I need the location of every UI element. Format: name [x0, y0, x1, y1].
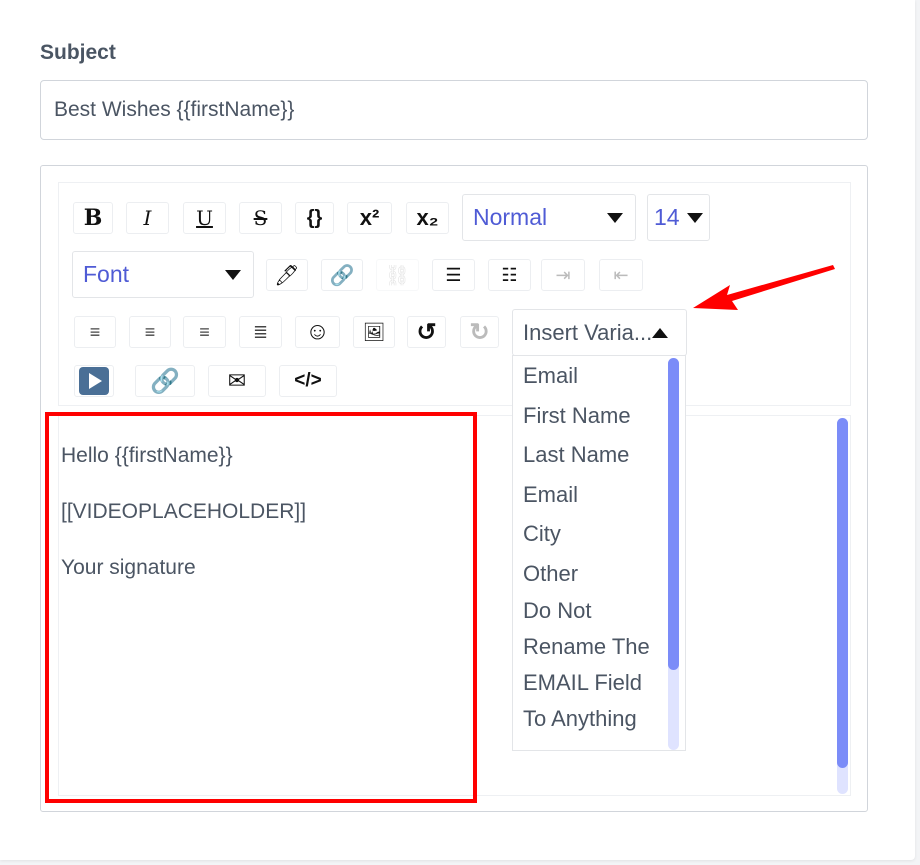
eyedropper-icon: 🖊 [274, 264, 300, 287]
heading-select-value: Normal [473, 204, 548, 230]
numbered-list-button[interactable]: ☷ [488, 259, 531, 291]
justify-icon: ≣ [252, 321, 269, 342]
smiley-icon: ☺ [305, 318, 330, 345]
scrollbar-thumb[interactable] [668, 358, 679, 670]
subject-label: Subject [40, 41, 116, 64]
subject-input[interactable]: Best Wishes {{firstName}} [40, 80, 868, 140]
font-size-select[interactable]: 14 [647, 194, 710, 241]
source-code-button[interactable]: </> [279, 365, 337, 397]
align-left-button[interactable]: ≡ [74, 316, 116, 348]
undo-button[interactable]: ↺ [407, 316, 446, 348]
bullet-list-icon: ☰ [445, 264, 462, 285]
heading-select[interactable]: Normal [462, 194, 636, 241]
code-block-button[interactable]: {} [295, 202, 334, 234]
insert-variable-select[interactable]: Insert Varia... [512, 309, 687, 356]
font-family-value: Font [83, 261, 130, 287]
highlight-box [45, 412, 477, 803]
outdent-icon: ⇤ [613, 264, 629, 285]
bullet-list-button[interactable]: ☰ [432, 259, 475, 291]
superscript-button[interactable]: x² [347, 202, 392, 234]
undo-icon: ↺ [416, 318, 437, 346]
link-icon: 🔗 [329, 264, 355, 287]
numbered-list-icon: ☷ [501, 264, 518, 285]
image-icon: 🖼 [362, 321, 386, 342]
outdent-button[interactable]: ⇤ [599, 259, 643, 291]
insert-variable-label: Insert Varia... [523, 319, 653, 345]
unlink-icon: ⛓ [384, 264, 411, 287]
font-family-select[interactable]: Font [72, 251, 254, 298]
subscript-button[interactable]: x₂ [406, 202, 449, 234]
insert-video-button[interactable] [74, 365, 114, 397]
align-center-icon: ≡ [144, 321, 156, 342]
unsubscribe-button[interactable]: ✉ [208, 365, 266, 397]
mail-remove-icon: ✉ [227, 368, 247, 393]
underline-button[interactable]: U [183, 202, 226, 234]
unlink-button[interactable]: ⛓ [376, 259, 419, 291]
font-size-value: 14 [654, 204, 680, 230]
bold-button[interactable]: B [73, 202, 113, 234]
align-right-icon: ≡ [199, 321, 210, 342]
color-picker-button[interactable]: 🖊 [266, 259, 308, 291]
variable-option[interactable]: Last Name [513, 435, 663, 475]
variable-option[interactable]: Email [513, 475, 663, 515]
scrollbar-thumb[interactable] [837, 418, 848, 768]
variable-option[interactable]: Do Not Rename The EMAIL Field To Anythin… [513, 593, 663, 737]
editor-scrollbar[interactable] [837, 418, 848, 794]
variable-option[interactable]: Other [513, 554, 663, 594]
align-left-icon: ≡ [89, 321, 101, 342]
chevron-down-icon [225, 269, 241, 280]
play-icon [79, 367, 109, 395]
link-button[interactable]: 🔗 [321, 259, 363, 291]
code-icon: </> [294, 370, 322, 391]
chain-link-icon: 🔗 [150, 367, 180, 395]
emoji-button[interactable]: ☺ [295, 316, 340, 348]
justify-button[interactable]: ≣ [239, 316, 282, 348]
redo-icon: ↻ [469, 318, 490, 346]
redo-button[interactable]: ↻ [460, 316, 499, 348]
variable-option[interactable]: First Name [513, 396, 663, 436]
insert-link-button[interactable]: 🔗 [135, 365, 195, 397]
dropdown-scrollbar[interactable] [668, 358, 679, 750]
indent-button[interactable]: ⇥ [541, 259, 585, 291]
align-right-button[interactable]: ≡ [183, 316, 226, 348]
chevron-down-icon [607, 212, 623, 223]
strikethrough-button[interactable]: S [239, 202, 282, 234]
chevron-up-icon [652, 327, 668, 338]
variable-option[interactable]: City [513, 514, 663, 554]
annotation-arrow-icon [693, 265, 835, 310]
italic-button[interactable]: I [126, 202, 169, 234]
insert-variable-dropdown: Email First Name Last Name Email City Ot… [512, 355, 686, 751]
indent-icon: ⇥ [555, 264, 571, 285]
image-button[interactable]: 🖼 [353, 316, 395, 348]
variable-option[interactable]: Email [513, 356, 663, 396]
chevron-down-icon [687, 212, 703, 223]
email-form-card: Subject Best Wishes {{firstName}} B I U … [0, 0, 915, 860]
align-center-button[interactable]: ≡ [129, 316, 171, 348]
